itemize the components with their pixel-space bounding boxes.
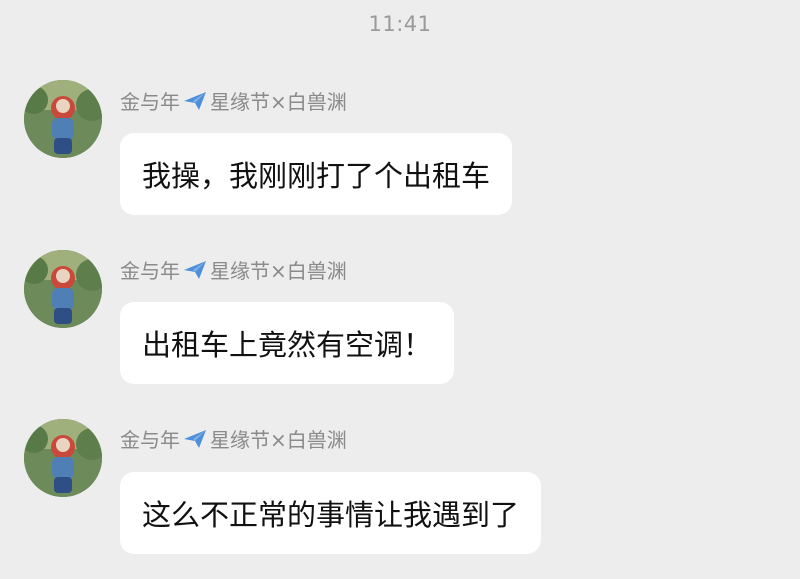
sender-name-suffix: 星缘节×白兽渊 xyxy=(210,259,347,283)
avatar-image xyxy=(24,250,102,328)
message-bubble[interactable]: 这么不正常的事情让我遇到了 xyxy=(120,472,542,554)
message-bubble[interactable]: 出租车上竟然有空调！ xyxy=(120,302,455,384)
airplane-icon xyxy=(182,259,208,281)
sender-name-suffix: 星缘节×白兽渊 xyxy=(210,90,347,114)
avatar[interactable] xyxy=(24,250,102,328)
avatar[interactable] xyxy=(24,80,102,158)
message-timestamp: 11:41 xyxy=(368,12,432,36)
sender-name-prefix: 金与年 xyxy=(120,259,180,283)
avatar-image xyxy=(24,419,102,497)
sender-name-prefix: 金与年 xyxy=(120,428,180,452)
sender-name: 金与年 星缘节×白兽渊 xyxy=(120,424,347,453)
sender-name: 金与年 星缘节×白兽渊 xyxy=(120,255,347,284)
airplane-icon xyxy=(182,90,208,112)
avatar-image xyxy=(24,80,102,158)
sender-name-prefix: 金与年 xyxy=(120,90,180,114)
sender-name-suffix: 星缘节×白兽渊 xyxy=(210,428,347,452)
avatar[interactable] xyxy=(24,419,102,497)
airplane-icon xyxy=(182,428,208,450)
sender-name: 金与年 星缘节×白兽渊 xyxy=(120,86,347,115)
message-bubble[interactable]: 我操，我刚刚打了个出租车 xyxy=(120,133,513,215)
